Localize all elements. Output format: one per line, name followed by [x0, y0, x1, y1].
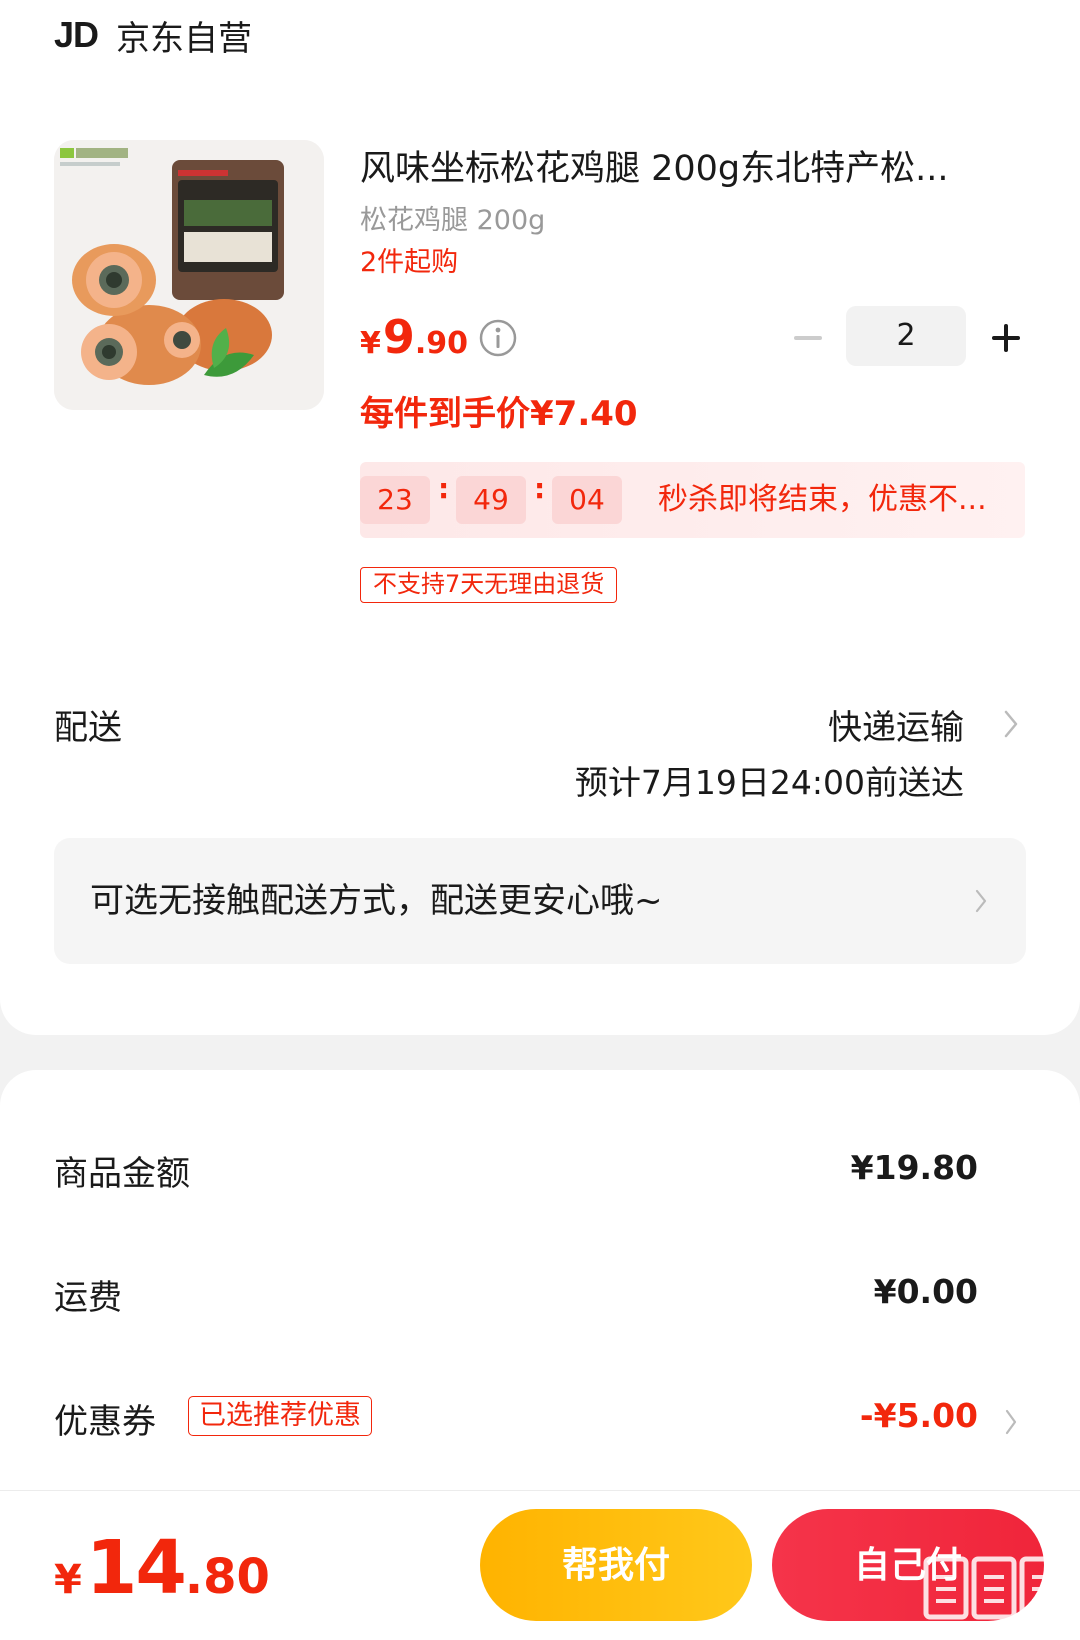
jd-logo: JD — [54, 14, 99, 55]
order-total: ¥ 14 .80 — [54, 1525, 270, 1611]
product-spec: 松花鸡腿 200g — [360, 205, 546, 236]
self-pay-button[interactable]: 自己付 — [772, 1509, 1044, 1621]
unit-price: ¥ 9 .90 — [360, 310, 468, 364]
info-icon[interactable] — [478, 318, 518, 358]
shipping-fee-value: ¥0.00 — [873, 1272, 978, 1311]
price-integer: 9 — [382, 310, 415, 364]
goods-amount-value: ¥19.80 — [850, 1148, 978, 1187]
chevron-right-icon[interactable] — [1000, 706, 1022, 742]
min-purchase-label: 2件起购 — [360, 247, 459, 278]
flash-sale-bar: 23 : 49 : 04 秒杀即将结束，优惠不... — [360, 462, 1025, 538]
friend-pay-button[interactable]: 帮我付 — [480, 1509, 752, 1621]
total-integer: 14 — [85, 1525, 187, 1611]
goods-amount-label: 商品金额 — [54, 1154, 190, 1194]
flash-sale-text: 秒杀即将结束，优惠不... — [658, 482, 987, 517]
countdown-separator: : — [438, 472, 450, 505]
coupon-discount-value[interactable]: -¥5.00 — [860, 1396, 978, 1435]
order-card: JD 京东自营 风味坐标松花鸡腿 200g东北特产松... 松花鸡腿 200g … — [0, 0, 1080, 1035]
watermark-text: zhizhizhi.com — [928, 1619, 1057, 1640]
contactless-delivery-option[interactable]: 可选无接触配送方式，配送更安心哦~ — [54, 838, 1026, 964]
countdown-seconds: 04 — [552, 476, 622, 524]
total-symbol: ¥ — [54, 1557, 82, 1603]
price-decimal: .90 — [414, 326, 469, 361]
return-policy-badge: 不支持7天无理由退货 — [360, 567, 618, 603]
final-unit-price: 每件到手价¥7.40 — [360, 394, 638, 434]
contactless-delivery-text: 可选无接触配送方式，配送更安心哦~ — [90, 881, 663, 921]
chevron-right-icon — [975, 889, 987, 913]
countdown-separator: : — [534, 472, 546, 505]
quantity-decrease-button[interactable] — [786, 316, 830, 360]
quantity-increase-button[interactable] — [984, 316, 1028, 360]
countdown-hours: 23 — [360, 476, 430, 524]
delivery-label: 配送 — [54, 708, 122, 748]
quantity-input[interactable]: 2 — [846, 306, 966, 366]
delivery-eta: 预计7月19日24:00前送达 — [574, 763, 964, 802]
shipping-fee-label: 运费 — [54, 1278, 122, 1318]
coupon-selected-badge: 已选推荐优惠 — [188, 1396, 372, 1436]
total-decimal: .80 — [184, 1549, 270, 1605]
coupon-label: 优惠券 — [54, 1402, 156, 1442]
checkout-bar: ¥ 14 .80 帮我付 自己付 zhizhizhi.com — [0, 1490, 1080, 1640]
product-title[interactable]: 风味坐标松花鸡腿 200g东北特产松... — [360, 146, 1000, 192]
delivery-method[interactable]: 快递运输 — [828, 700, 964, 749]
product-photo-icon — [54, 140, 324, 410]
chevron-right-icon[interactable] — [1002, 1406, 1020, 1438]
price-symbol: ¥ — [360, 326, 381, 361]
store-name: 京东自营 — [116, 18, 253, 59]
store-header[interactable]: JD 京东自营 — [54, 10, 252, 60]
countdown-minutes: 49 — [456, 476, 526, 524]
product-image[interactable] — [54, 140, 324, 410]
